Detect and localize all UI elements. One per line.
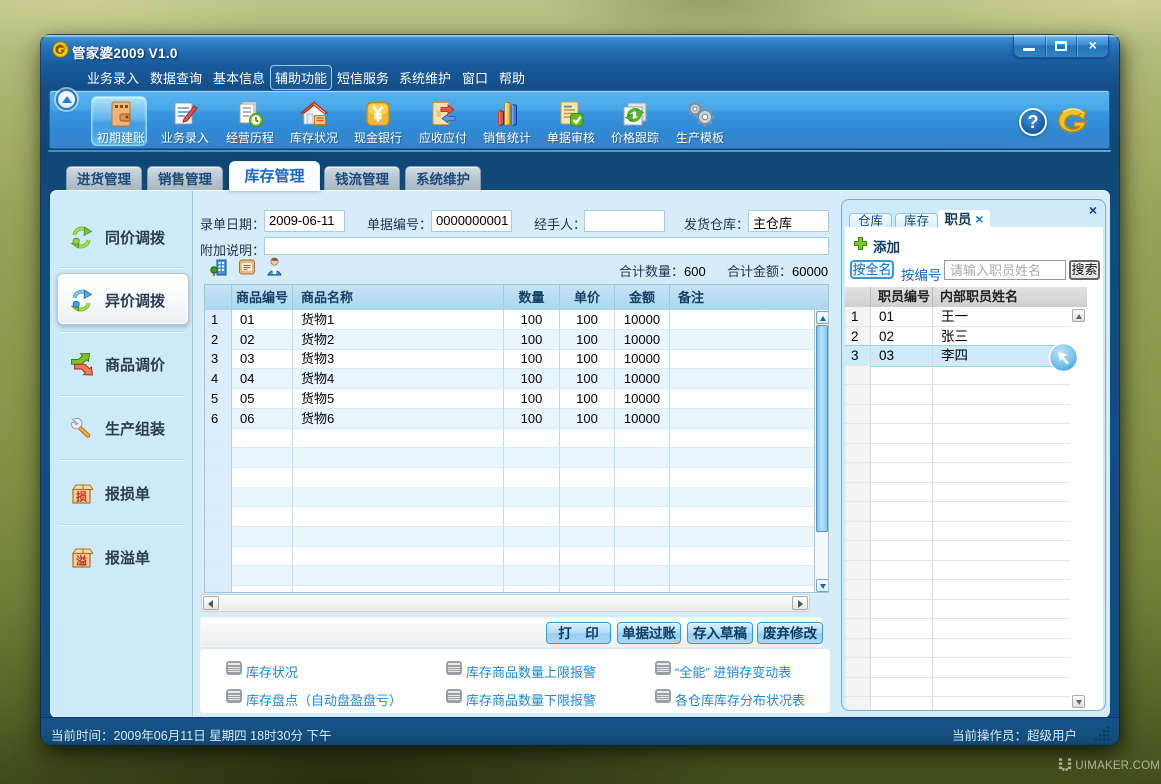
svg-text:溢: 溢	[76, 554, 87, 568]
svg-text:损: 损	[76, 490, 87, 504]
